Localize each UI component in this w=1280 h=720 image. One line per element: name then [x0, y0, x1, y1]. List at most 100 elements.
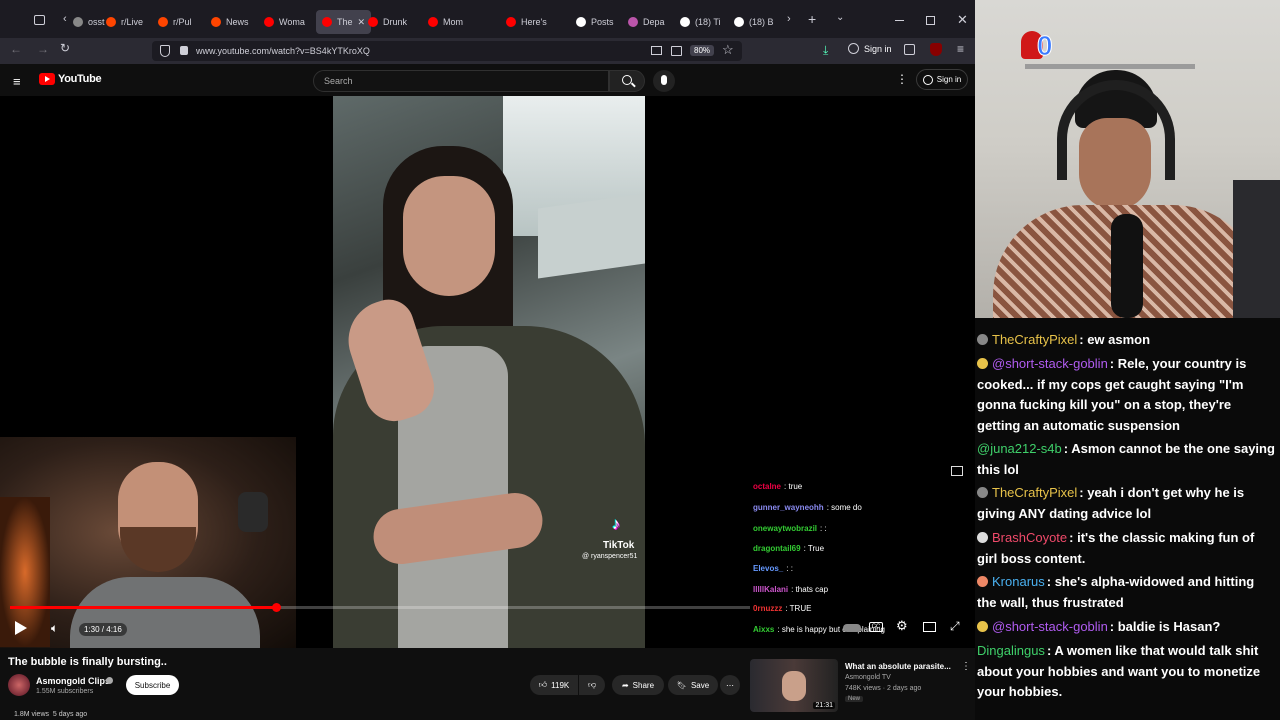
- tab-favicon-icon: [680, 17, 690, 27]
- stream-microphone: [1111, 214, 1143, 318]
- tab-close-icon[interactable]: ✕: [358, 17, 366, 28]
- url-bar[interactable]: www.youtube.com/watch?v=BS4kYTKroXQ 80% …: [152, 41, 742, 61]
- browser-tab[interactable]: (18) B: [734, 10, 774, 34]
- zoom-level-badge[interactable]: 80%: [690, 45, 715, 56]
- forward-icon[interactable]: →: [37, 42, 49, 56]
- settings-gear-icon[interactable]: ⚙: [896, 618, 908, 634]
- chat-text: : ew asmon: [1079, 332, 1151, 347]
- youtube-logo[interactable]: YouTube: [39, 73, 102, 85]
- thumbs-down-icon: 👎︎: [587, 680, 597, 689]
- back-icon[interactable]: ←: [10, 42, 22, 56]
- save-button[interactable]: 🔖︎ Save: [668, 675, 718, 695]
- hamburger-menu-icon[interactable]: ≡: [13, 74, 21, 89]
- browser-tab[interactable]: r/Live: [106, 10, 143, 34]
- overlay-chat-line: 0rnuzzz: TRUE: [753, 604, 812, 613]
- ublock-icon[interactable]: [930, 43, 942, 56]
- browser-tab[interactable]: Depa: [628, 10, 665, 34]
- browser-tab[interactable]: Mom: [428, 10, 463, 34]
- tab-label: (18) B: [749, 17, 774, 27]
- browser-menu-icon[interactable]: ≡: [957, 42, 964, 56]
- shield-icon[interactable]: [160, 45, 170, 57]
- yt-more-icon[interactable]: ⋮: [896, 72, 908, 86]
- yt-account-icon: [922, 74, 933, 85]
- channel-name[interactable]: Asmongold Clips: [36, 676, 110, 686]
- tab-label: osst: [88, 17, 105, 27]
- miniplayer-icon[interactable]: [923, 622, 936, 632]
- browser-tab-bar: ‹ osst r/Live r/Pul News Woma The ✕ Drunk Mom Her…: [0, 0, 975, 42]
- tab-label: r/Live: [121, 17, 144, 27]
- dislike-button[interactable]: 👎︎: [579, 675, 605, 695]
- streamer-facecam-overlay: [0, 437, 296, 648]
- extensions-icon[interactable]: [904, 44, 915, 55]
- chat-username: TheCraftyPixel: [992, 332, 1078, 347]
- overlay-expand-icon[interactable]: [951, 466, 963, 476]
- picture-in-picture-icon[interactable]: [651, 46, 662, 55]
- like-button[interactable]: 👍︎ 119K: [530, 675, 578, 695]
- chat-text: : baldie is Hasan?: [1109, 619, 1221, 634]
- tab-favicon-icon: [428, 17, 438, 27]
- browser-tab[interactable]: News: [211, 10, 249, 34]
- recommended-more-icon[interactable]: ⋮: [961, 661, 971, 672]
- tab-favicon-icon: [322, 17, 332, 27]
- overlay-chat-user: Elevos_: [753, 564, 784, 573]
- tabs-scroll-right-icon[interactable]: ›: [787, 13, 791, 25]
- url-text[interactable]: www.youtube.com/watch?v=BS4kYTKroXQ: [196, 46, 370, 56]
- verified-icon: [106, 677, 113, 684]
- window-close-icon[interactable]: ✕: [957, 12, 968, 28]
- account-icon: [848, 43, 859, 54]
- search-button[interactable]: [609, 70, 645, 92]
- captions-icon[interactable]: CC: [869, 622, 883, 632]
- downloads-icon[interactable]: ⤓: [823, 43, 828, 58]
- voice-search-button[interactable]: [653, 70, 675, 92]
- browser-tab[interactable]: Here's: [506, 10, 547, 34]
- more-actions-button[interactable]: ⋯: [720, 675, 740, 695]
- save-label: Save: [690, 680, 710, 690]
- bookmark-star-icon[interactable]: ☆: [722, 42, 734, 58]
- tab-overview-icon[interactable]: [34, 15, 45, 25]
- like-count: 119K: [551, 680, 570, 690]
- window-minimize-icon[interactable]: [895, 20, 904, 21]
- browser-tab[interactable]: Drunk: [368, 10, 407, 34]
- subscribe-button[interactable]: Subscribe: [126, 675, 179, 695]
- browser-tab[interactable]: osst: [73, 10, 105, 34]
- overlay-chat-line: lllllKalani: thats cap: [753, 585, 829, 594]
- new-tab-icon[interactable]: +: [808, 11, 816, 27]
- yt-sign-in-button[interactable]: Sign in: [916, 69, 968, 90]
- browser-tab[interactable]: Posts: [576, 10, 614, 34]
- recommended-title[interactable]: What an absolute parasite...: [845, 662, 951, 671]
- overlay-chat-user: dragontail69: [753, 544, 801, 553]
- chat-message: Kronarus: she's alpha-widowed and hittin…: [977, 572, 1275, 613]
- tab-list-chevron-icon[interactable]: ⌄: [836, 12, 844, 23]
- reader-view-icon[interactable]: [671, 46, 682, 56]
- reload-icon[interactable]: ↻: [60, 41, 70, 55]
- tab-favicon-icon: [106, 17, 116, 27]
- browser-sign-in-button[interactable]: Sign in: [848, 43, 892, 54]
- tab-favicon-icon: [264, 17, 274, 27]
- tab-label: Posts: [591, 17, 614, 27]
- search-input[interactable]: Search: [313, 70, 609, 92]
- overlay-chat-text: TRUE: [789, 604, 812, 613]
- lock-icon[interactable]: [180, 46, 188, 55]
- volume-icon[interactable]: 🔈︎: [51, 621, 58, 636]
- thumbnail-face: [782, 671, 806, 701]
- autoplay-toggle-icon[interactable]: [843, 624, 861, 632]
- fullscreen-icon[interactable]: ⤢: [950, 619, 960, 634]
- browser-tab[interactable]: (18) Ti: [680, 10, 721, 34]
- recommended-thumbnail[interactable]: 21:31: [750, 659, 838, 712]
- browser-tab[interactable]: Woma: [264, 10, 305, 34]
- chat-username: @short-stack-goblin: [992, 356, 1108, 371]
- chat-badge-icon: [977, 621, 988, 632]
- tabs-scroll-left-icon[interactable]: ‹: [63, 13, 67, 25]
- play-button-icon[interactable]: [15, 621, 27, 635]
- chat-message: @juna212-s4b: Asmon cannot be the one sa…: [977, 439, 1275, 480]
- share-button[interactable]: ➦ Share: [612, 675, 664, 695]
- window-maximize-icon[interactable]: [926, 16, 935, 25]
- share-icon: ➦: [621, 680, 629, 690]
- video-progress-scrubber[interactable]: [272, 603, 281, 612]
- browser-tab[interactable]: The ✕: [316, 10, 372, 34]
- channel-avatar[interactable]: [8, 674, 30, 696]
- tab-favicon-icon: [506, 17, 516, 27]
- save-icon: 🔖︎: [676, 680, 687, 690]
- browser-tab[interactable]: r/Pul: [158, 10, 192, 34]
- overlay-chat-text: some do: [831, 503, 862, 512]
